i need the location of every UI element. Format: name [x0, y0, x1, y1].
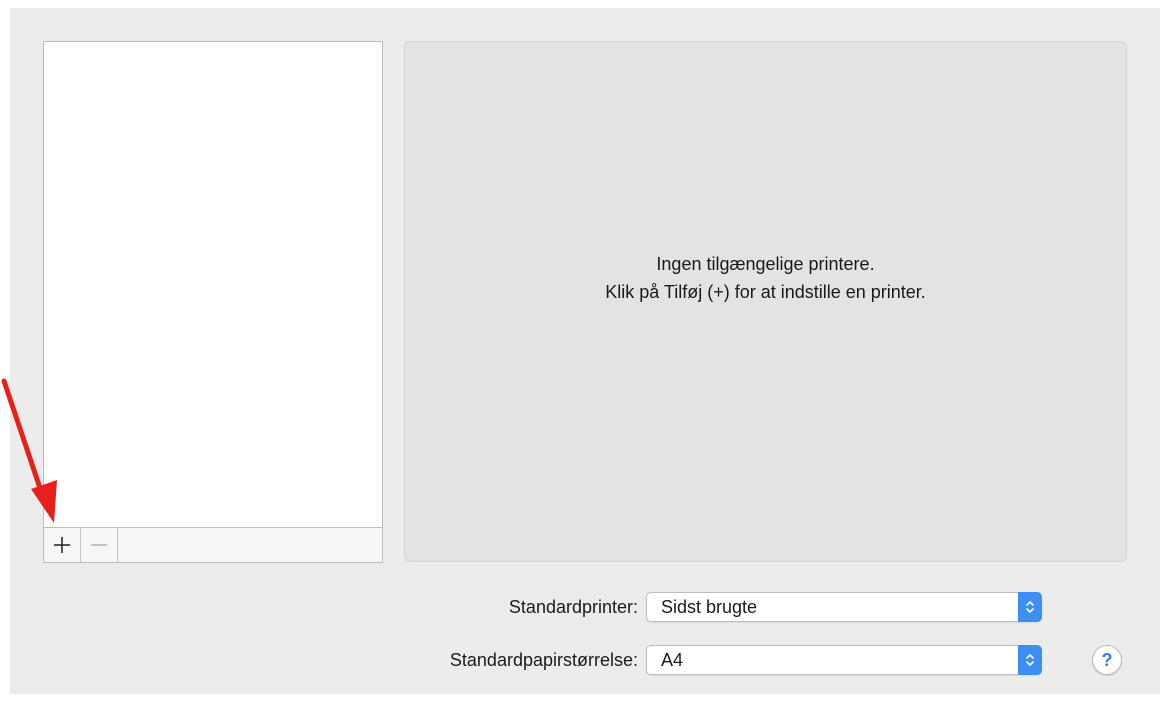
default-paper-size-popup[interactable]: A4	[646, 645, 1042, 675]
help-button[interactable]: ?	[1092, 645, 1122, 675]
add-printer-button[interactable]	[44, 528, 81, 562]
printer-detail-panel: Ingen tilgængelige printere. Klik på Til…	[404, 41, 1127, 562]
default-printer-popup[interactable]: Sidst brugte	[646, 592, 1042, 622]
chevron-updown-icon	[1018, 592, 1042, 622]
chevron-updown-icon	[1018, 645, 1042, 675]
empty-state-message: Ingen tilgængelige printere. Klik på Til…	[405, 250, 1126, 306]
default-printer-label: Standardprinter:	[508, 597, 638, 617]
empty-state-line-2: Klik på Tilføj (+) for at indstille en p…	[605, 282, 926, 302]
printer-list[interactable]	[43, 41, 383, 528]
plus-icon	[54, 537, 70, 553]
default-paper-size-label: Standardpapirstørrelse:	[449, 650, 638, 670]
default-printer-value: Sidst brugte	[661, 597, 758, 617]
remove-printer-button[interactable]	[81, 528, 118, 562]
default-paper-size-value: A4	[661, 650, 684, 670]
empty-state-line-1: Ingen tilgængelige printere.	[656, 254, 875, 274]
minus-icon	[91, 544, 107, 546]
printer-list-toolbar	[43, 527, 383, 563]
